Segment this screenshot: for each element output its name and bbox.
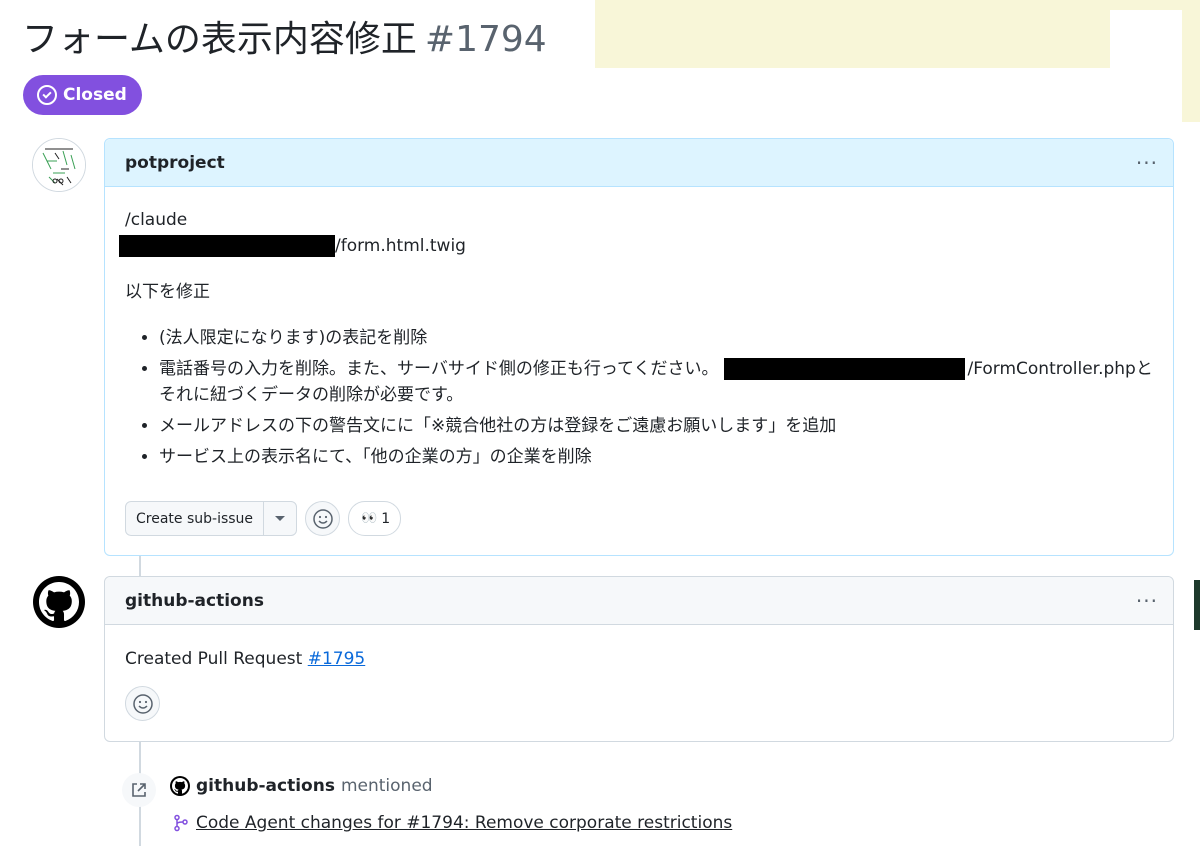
comment-github-actions: github-actions ··· Created Pull Request … [104,576,1174,742]
mention-event: github-actions mentioned [170,776,433,796]
github-mark-icon [39,582,79,622]
comment-author[interactable]: potproject [125,153,225,173]
list-item: メールアドレスの下の警告文にに「※競合他社の方は登録をご遠慮お願いします」を追加 [159,413,1169,439]
list-item: 電話番号の入力を削除。また、サーバサイド側の修正も行ってください。/FormCo… [159,356,1169,408]
comment-header: potproject ··· [105,139,1173,187]
comment-file-path: /form.html.twig [119,233,466,259]
issue-title: フォームの表示内容修正 #1794 [22,14,567,66]
issue-number: #1794 [424,19,547,60]
comment-text: Created Pull Request #1795 [125,646,365,672]
create-sub-issue-group: Create sub-issue [125,501,298,536]
list-item: (法人限定になります)の表記を削除 [159,325,1169,351]
eyes-emoji: 👀 [361,510,377,526]
smiley-icon [132,693,153,714]
avatar-potproject[interactable] [32,138,86,192]
background-edge-strip [1194,580,1200,630]
kebab-horizontal-icon[interactable]: ··· [1136,591,1158,611]
comment-body: Created Pull Request #1795 [105,625,1173,741]
comment-command: /claude [125,210,188,230]
issue-state-label: Closed [63,85,127,105]
issue-page: フォームの表示内容修正 #1794 Closed potproject ··· /… [0,0,1200,846]
eyes-reaction[interactable]: 👀 1 [348,501,402,536]
fix-list: (法人限定になります)の表記を削除 電話番号の入力を削除。また、サーバサイド側の… [125,325,1169,475]
add-reaction-button[interactable] [305,501,341,536]
list-item: サービス上の表示名にて、「他の企業の方」の企業を削除 [159,444,1169,470]
redacted-block [119,235,335,257]
event-verb: mentioned [340,776,433,796]
github-actions-avatar-small[interactable] [170,776,190,796]
comment-header: github-actions ··· [105,577,1173,625]
mentioned-pull-request: Code Agent changes for #1794: Remove cor… [172,813,732,833]
issue-state-badge: Closed [23,75,142,115]
kebab-horizontal-icon[interactable]: ··· [1136,153,1158,173]
comment-potproject: potproject ··· /claude /form.html.twig 以… [104,138,1174,556]
reaction-count: 1 [381,510,391,527]
chevron-down-icon[interactable] [264,502,296,535]
comment-author[interactable]: github-actions [125,591,264,611]
git-branch-icon [174,814,188,832]
comment-body: /claude /form.html.twig 以下を修正 (法人限定になります… [105,187,1173,553]
pull-request-title-link[interactable]: Code Agent changes for #1794: Remove cor… [196,813,732,833]
comment-intro: 以下を修正 [125,282,210,302]
add-reaction-button[interactable] [125,686,160,721]
issue-title-text: フォームの表示内容修正 [22,19,417,60]
reaction-bar: Create sub-issue 👀 1 [125,501,402,536]
list-item-text: 電話番号の入力を削除。また、サーバサイド側の修正も行ってください。 [159,359,719,379]
pull-request-link[interactable]: #1795 [308,649,366,669]
event-author[interactable]: github-actions [196,776,335,796]
check-circle-icon [37,85,57,105]
avatar-github-actions[interactable] [33,576,85,628]
comment-text-prefix: Created Pull Request [125,649,303,669]
background-white-patch [1110,10,1182,122]
redacted-block [724,358,966,380]
smiley-icon [312,508,333,529]
file-path-suffix: /form.html.twig [335,236,466,256]
cross-reference-icon [122,773,156,807]
github-mark-icon [172,778,188,794]
create-sub-issue-button[interactable]: Create sub-issue [126,502,265,535]
